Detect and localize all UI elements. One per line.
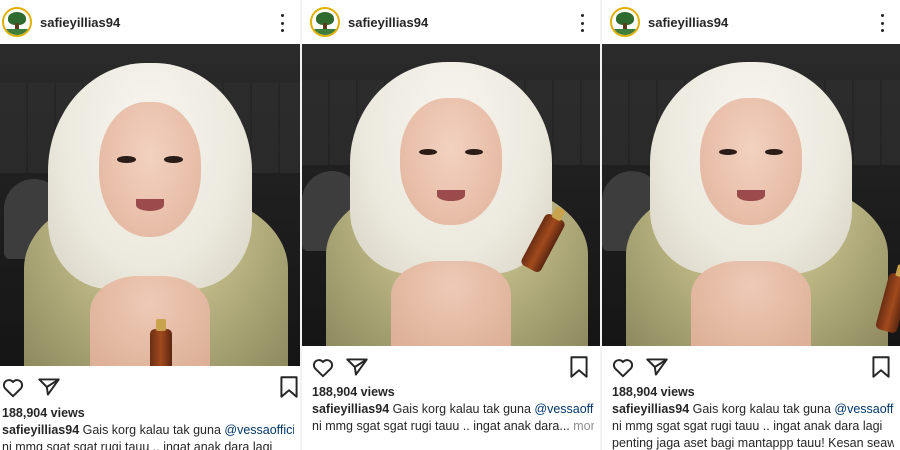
caption-line-3: penting jaga aset bagi mantappp tauu! Ke…	[612, 436, 894, 450]
caption-username[interactable]: safieyillias94	[312, 402, 389, 416]
view-count[interactable]: 188,904 views	[2, 405, 294, 422]
post-actions	[602, 352, 900, 382]
post-caption: 188,904 views safieyillias94 Gais korg k…	[602, 384, 900, 450]
paper-plane-icon[interactable]	[644, 354, 670, 380]
heart-icon[interactable]	[310, 354, 336, 380]
caption-text: Gais korg kalau tak guna	[689, 402, 835, 416]
post-actions	[302, 352, 600, 382]
caption-line-2: ni mmg sgat sgat rugi tauu .. ingat anak…	[2, 440, 273, 450]
profile-avatar[interactable]	[610, 7, 640, 37]
paper-plane-icon[interactable]	[344, 354, 370, 380]
post-caption: 188,904 views safieyillias94 Gais korg k…	[0, 405, 300, 450]
post-header: safieyillias94	[302, 0, 600, 44]
heart-icon[interactable]	[610, 354, 636, 380]
post-caption: 188,904 views safieyillias94 Gais korg k…	[302, 384, 600, 435]
caption-username[interactable]: safieyillias94	[2, 423, 79, 437]
view-count[interactable]: 188,904 views	[312, 384, 594, 401]
post-username[interactable]: safieyillias94	[40, 15, 120, 30]
instagram-post-1: safieyillias94 188,904 views safieyillia…	[0, 0, 300, 450]
more-options-icon[interactable]	[880, 14, 884, 32]
post-actions	[0, 372, 300, 402]
caption-mention[interactable]: @vessaofficial	[834, 402, 894, 416]
post-video[interactable]	[0, 44, 300, 366]
bookmark-icon[interactable]	[868, 354, 894, 380]
heart-icon[interactable]	[0, 374, 26, 400]
more-link[interactable]: more	[570, 419, 594, 433]
caption-text: Gais korg kalau tak guna	[389, 402, 535, 416]
instagram-post-3: safieyillias94 188,904 views safieyillia…	[602, 0, 900, 450]
post-video[interactable]	[602, 44, 900, 346]
caption-line-2: ni mmg sgat sgat rugi tauu .. ingat anak…	[312, 419, 570, 433]
profile-avatar[interactable]	[310, 7, 340, 37]
profile-avatar[interactable]	[2, 7, 32, 37]
caption-text: Gais korg kalau tak guna	[79, 423, 225, 437]
caption-username[interactable]: safieyillias94	[612, 402, 689, 416]
bookmark-icon[interactable]	[276, 374, 300, 400]
bookmark-icon[interactable]	[566, 354, 592, 380]
paper-plane-icon[interactable]	[36, 374, 62, 400]
caption-line-2: ni mmg sgat sgat rugi tauu .. ingat anak…	[612, 419, 883, 433]
more-options-icon[interactable]	[280, 14, 284, 32]
caption-mention[interactable]: @vessaofficial	[534, 402, 594, 416]
view-count[interactable]: 188,904 views	[612, 384, 894, 401]
post-username[interactable]: safieyillias94	[348, 15, 428, 30]
post-username[interactable]: safieyillias94	[648, 15, 728, 30]
more-options-icon[interactable]	[580, 14, 584, 32]
instagram-post-2: safieyillias94 188,904 views safieyillia…	[302, 0, 600, 450]
post-header: safieyillias94	[602, 0, 900, 44]
caption-mention[interactable]: @vessaofficial	[224, 423, 294, 437]
post-header: safieyillias94	[0, 0, 300, 44]
post-video[interactable]	[302, 44, 600, 346]
